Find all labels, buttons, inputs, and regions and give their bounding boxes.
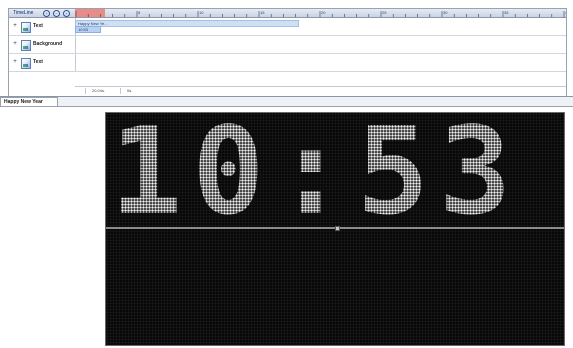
clip-happy-new-year[interactable]: Happy New Ye... [75, 20, 299, 27]
duration-readout: 20.04s. [85, 88, 105, 94]
timeline-panel: TimeLine + − + 5 10 15 20 25 30 35 40 + Text Ha… [8, 8, 567, 98]
offset-readout: 0s. [120, 88, 132, 94]
track-text[interactable]: + Text Happy New Ye... 10:53 [9, 18, 566, 36]
expand-icon[interactable]: + [12, 59, 18, 65]
app-window: TimeLine + − + 5 10 15 20 25 30 35 40 + Text Ha… [0, 0, 573, 348]
zoom-out-icon[interactable]: − [53, 10, 60, 17]
track-name: Background [33, 41, 63, 47]
track-header: + Background [9, 36, 76, 53]
track-header: + Text [9, 18, 76, 35]
clock-text: 10:53 [110, 113, 521, 227]
document-tabbar: Happy New Year [0, 97, 573, 107]
zoom-in-icon[interactable]: + [43, 10, 50, 17]
tab-happy-new-year[interactable]: Happy New Year [0, 97, 58, 106]
text-layer-icon [21, 22, 31, 33]
resize-handle[interactable] [335, 226, 340, 231]
ruler-label: 35 [504, 10, 509, 15]
track-name: Text [33, 59, 43, 65]
ruler-label: 40 [565, 10, 566, 15]
timeline-status: 20.04s. 0s. [75, 86, 566, 96]
timeline-header: TimeLine + − + 5 10 15 20 25 30 35 40 [9, 9, 566, 18]
track-name: Text [33, 23, 43, 29]
text-layer-icon [21, 58, 31, 69]
add-track-icon[interactable]: + [63, 10, 70, 17]
expand-icon[interactable]: + [12, 23, 18, 29]
ruler-label: 30 [443, 10, 448, 15]
track-text-2[interactable]: + Text [9, 54, 566, 72]
expand-icon[interactable]: + [12, 41, 18, 47]
ruler-label: 10 [199, 10, 204, 15]
clip-clock[interactable]: 10:53 [75, 26, 101, 33]
image-layer-icon [21, 40, 31, 51]
led-display[interactable]: 10:53 [105, 112, 565, 346]
ruler-label: 5 [138, 10, 141, 15]
track-background[interactable]: + Background [9, 36, 566, 54]
timeline-ruler[interactable]: 5 10 15 20 25 30 35 40 [75, 9, 566, 17]
ruler-label: 15 [260, 10, 265, 15]
timeline-title: TimeLine [13, 10, 34, 16]
clock-display: 10:53 [110, 113, 521, 227]
track-header: + Text [9, 54, 76, 71]
ruler-label: 20 [321, 10, 326, 15]
ruler-label: 25 [382, 10, 387, 15]
